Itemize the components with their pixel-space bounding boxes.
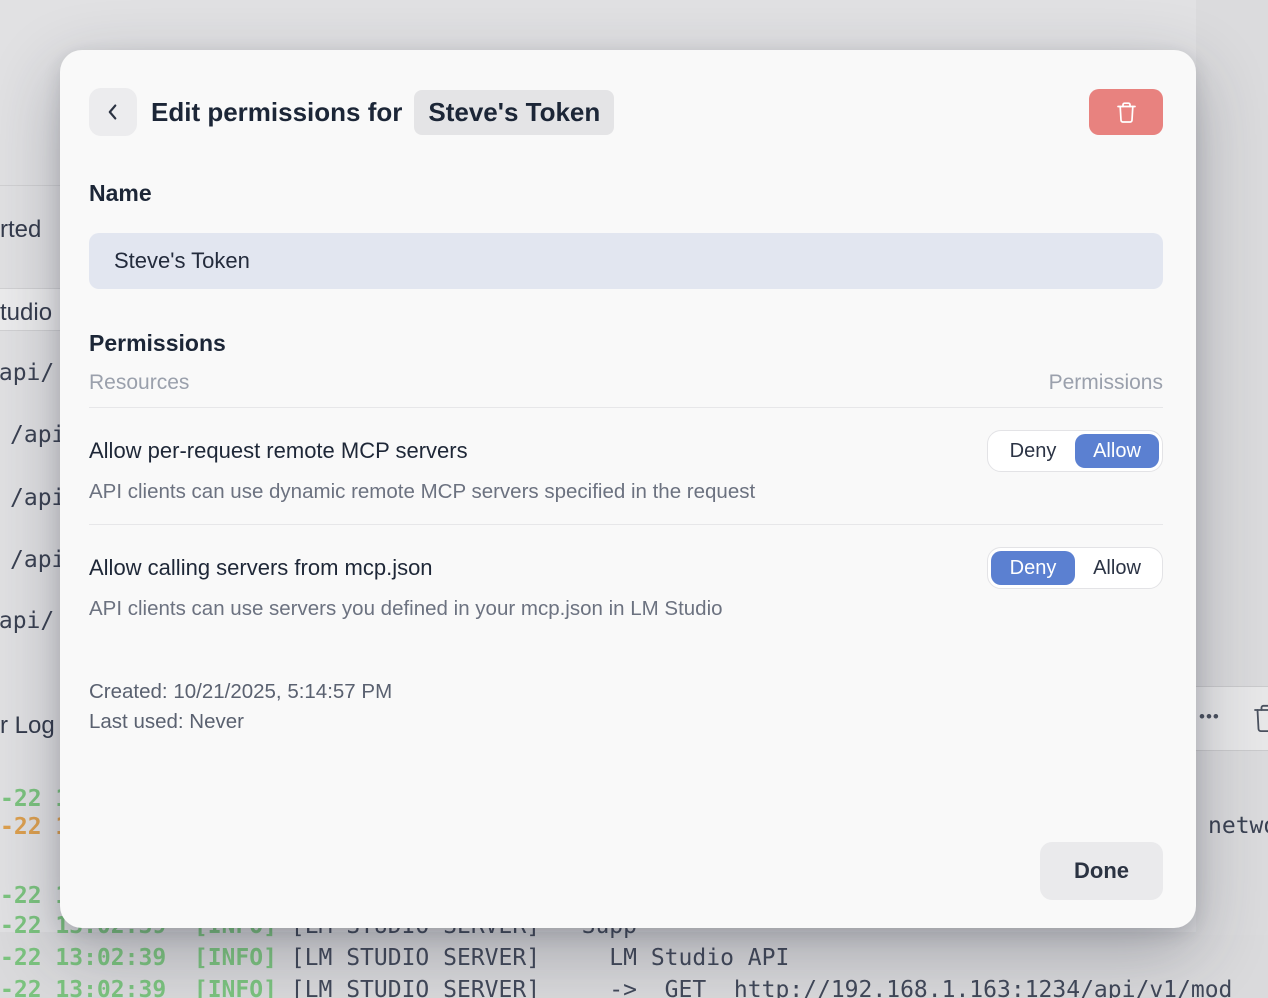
deny-button[interactable]: Deny: [991, 434, 1075, 468]
permission-row-remote-mcp: Allow per-request remote MCP servers Den…: [89, 408, 1163, 524]
toolbar-row-fragment: •••: [1196, 686, 1268, 751]
name-label: Name: [89, 180, 1163, 207]
done-button[interactable]: Done: [1040, 842, 1163, 900]
endpoint-list-item: /api: [10, 547, 65, 573]
dialog-title: Edit permissions for Steve's Token: [151, 90, 614, 135]
permission-description: API clients can use servers you defined …: [89, 597, 1163, 621]
deny-button[interactable]: Deny: [991, 551, 1075, 585]
background-tab-fragment: tudio: [0, 299, 52, 327]
allow-button[interactable]: Allow: [1075, 551, 1159, 585]
permission-description: API clients can use dynamic remote MCP s…: [89, 480, 1163, 504]
created-timestamp: Created: 10/21/2025, 5:14:57 PM: [89, 677, 1163, 707]
permissions-column-label: Permissions: [1049, 371, 1163, 395]
permission-title: Allow calling servers from mcp.json: [89, 555, 433, 581]
log-line: -22 13:02:39 [INFO] [LM STUDIO SERVER] -…: [0, 977, 1232, 998]
back-button[interactable]: [89, 88, 137, 136]
token-metadata: Created: 10/21/2025, 5:14:57 PM Last use…: [89, 677, 1163, 737]
endpoint-list-item: /api: [10, 485, 65, 511]
endpoint-list-item: /api/: [0, 360, 54, 386]
permissions-column-headers: Resources Permissions: [89, 371, 1163, 395]
right-panel-edge: ••• netwo: [1196, 0, 1268, 935]
allow-button[interactable]: Allow: [1075, 434, 1159, 468]
server-logs-header-fragment: r Log: [0, 712, 55, 740]
resources-column-label: Resources: [89, 371, 189, 395]
permission-row-mcp-json: Allow calling servers from mcp.json Deny…: [89, 525, 1163, 641]
edit-permissions-dialog: Edit permissions for Steve's Token Name …: [60, 50, 1196, 928]
delete-token-button[interactable]: [1089, 89, 1163, 135]
deny-allow-toggle: Deny Allow: [987, 430, 1163, 472]
background-heading-fragment: rted: [0, 216, 41, 244]
endpoint-list-item: /api: [10, 422, 65, 448]
deny-allow-toggle: Deny Allow: [987, 547, 1163, 589]
token-name-input[interactable]: [89, 233, 1163, 289]
endpoint-list-item: /api/: [0, 608, 54, 634]
network-flag-fragment: netwo: [1208, 813, 1268, 839]
chevron-left-icon: [102, 101, 124, 123]
more-options-icon[interactable]: •••: [1199, 707, 1220, 727]
log-line: -22 13:02:39 [INFO] [LM STUDIO SERVER] L…: [0, 945, 789, 971]
permission-title: Allow per-request remote MCP servers: [89, 438, 468, 464]
last-used-text: Last used: Never: [89, 707, 1163, 737]
dialog-title-prefix: Edit permissions for: [151, 97, 402, 128]
permissions-heading: Permissions: [89, 329, 1163, 357]
trash-icon: [1116, 101, 1137, 124]
dialog-header: Edit permissions for Steve's Token: [89, 88, 1163, 136]
token-name-chip: Steve's Token: [414, 90, 614, 135]
trash-icon[interactable]: [1253, 703, 1268, 736]
